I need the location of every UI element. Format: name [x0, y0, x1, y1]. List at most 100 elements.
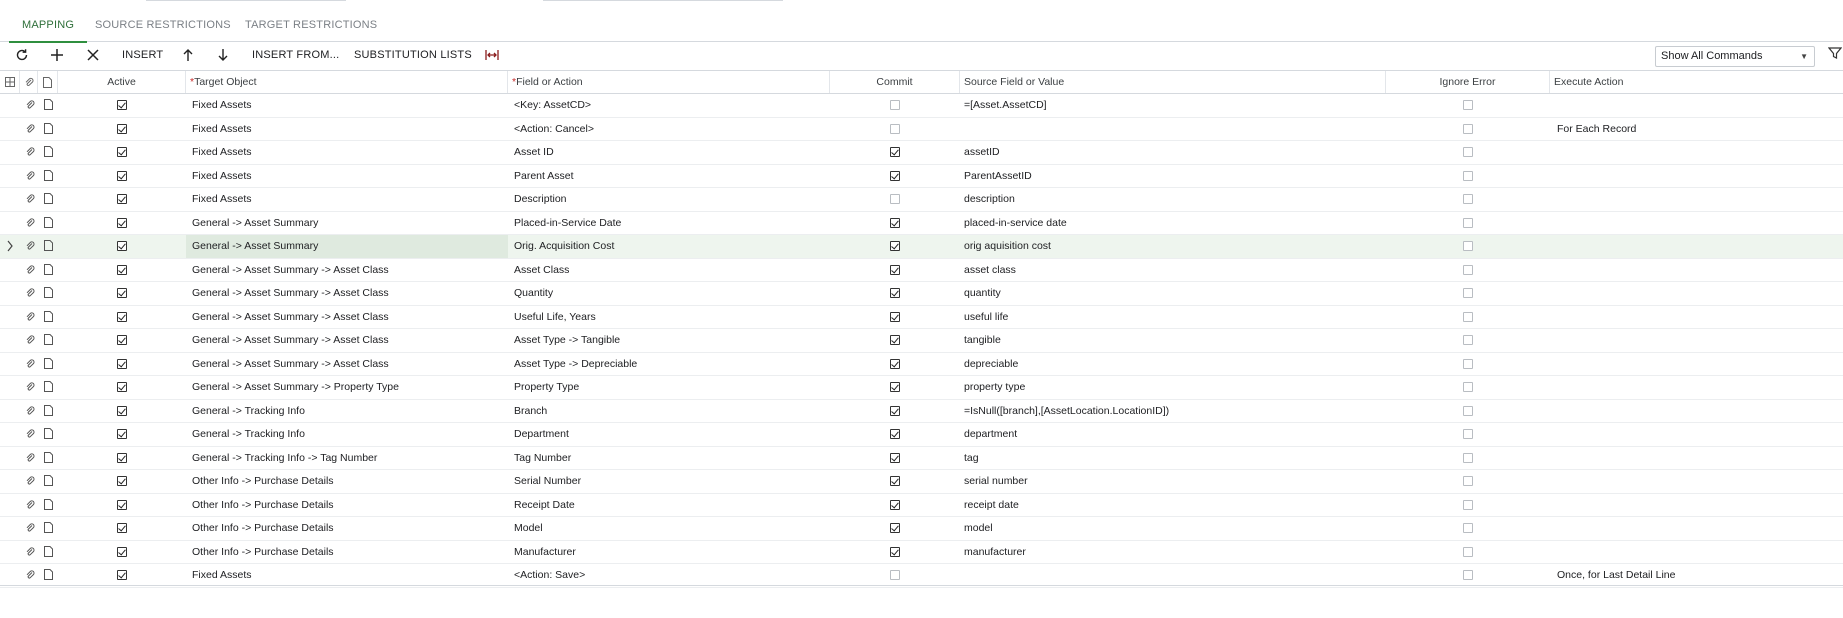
- active-checkbox[interactable]: [117, 288, 127, 299]
- source-field-cell[interactable]: =[Asset.AssetCD]: [960, 94, 1386, 117]
- paperclip-icon[interactable]: [25, 452, 37, 465]
- source-field-cell[interactable]: asset class: [960, 259, 1386, 282]
- ignore-error-checkbox[interactable]: [1463, 382, 1473, 393]
- ignore-error-cell[interactable]: [1386, 353, 1550, 376]
- active-cell[interactable]: [58, 282, 186, 305]
- commit-cell[interactable]: [830, 282, 960, 305]
- source-field-cell[interactable]: quantity: [960, 282, 1386, 305]
- column-header-source-field[interactable]: Source Field or Value: [960, 71, 1386, 93]
- table-row[interactable]: Other Info -> Purchase Details Model model: [0, 517, 1843, 541]
- field-or-action-cell[interactable]: Useful Life, Years: [508, 306, 830, 329]
- active-checkbox[interactable]: [117, 170, 127, 181]
- table-row[interactable]: Fixed Assets <Action: Cancel> For Each Rec…: [0, 118, 1843, 141]
- source-field-cell[interactable]: placed-in-service date: [960, 212, 1386, 235]
- paperclip-icon[interactable]: [25, 475, 37, 488]
- source-field-cell[interactable]: =IsNull([branch],[AssetLocation.Location…: [960, 400, 1386, 423]
- ignore-error-cell[interactable]: [1386, 165, 1550, 188]
- ignore-error-cell[interactable]: [1386, 118, 1550, 141]
- active-cell[interactable]: [58, 541, 186, 564]
- commit-checkbox[interactable]: [890, 405, 900, 416]
- substitution-lists-button[interactable]: SUBSTITUTION LISTS: [354, 42, 472, 68]
- refresh-icon[interactable]: [12, 42, 32, 68]
- execute-action-cell[interactable]: [1550, 235, 1843, 258]
- target-object-cell[interactable]: Other Info -> Purchase Details: [186, 494, 508, 517]
- paperclip-icon[interactable]: [25, 522, 37, 535]
- table-row[interactable]: General -> Asset Summary -> Asset Class A…: [0, 353, 1843, 376]
- target-object-cell[interactable]: General -> Asset Summary -> Asset Class: [186, 282, 508, 305]
- plus-icon[interactable]: [47, 42, 67, 68]
- note-icon[interactable]: [44, 240, 56, 253]
- ignore-error-checkbox[interactable]: [1463, 476, 1473, 487]
- source-field-cell[interactable]: tangible: [960, 329, 1386, 352]
- execute-action-cell[interactable]: [1550, 165, 1843, 188]
- source-field-cell[interactable]: model: [960, 517, 1386, 540]
- ignore-error-cell[interactable]: [1386, 141, 1550, 164]
- paperclip-icon[interactable]: [25, 499, 37, 512]
- commit-cell[interactable]: [830, 165, 960, 188]
- ignore-error-cell[interactable]: [1386, 541, 1550, 564]
- field-or-action-cell[interactable]: <Action: Cancel>: [508, 118, 830, 141]
- execute-action-cell[interactable]: For Each Record: [1550, 118, 1843, 141]
- ignore-error-checkbox[interactable]: [1463, 194, 1473, 205]
- table-row[interactable]: General -> Tracking Info Branch =IsNull([b…: [0, 400, 1843, 423]
- commit-cell[interactable]: [830, 212, 960, 235]
- active-checkbox[interactable]: [117, 241, 127, 252]
- active-checkbox[interactable]: [117, 382, 127, 393]
- active-cell[interactable]: [58, 470, 186, 493]
- execute-action-cell[interactable]: [1550, 517, 1843, 540]
- active-checkbox[interactable]: [117, 217, 127, 228]
- ignore-error-cell[interactable]: [1386, 447, 1550, 470]
- field-or-action-cell[interactable]: Model: [508, 517, 830, 540]
- active-checkbox[interactable]: [117, 499, 127, 510]
- ignore-error-cell[interactable]: [1386, 282, 1550, 305]
- active-cell[interactable]: [58, 353, 186, 376]
- ignore-error-cell[interactable]: [1386, 188, 1550, 211]
- paperclip-icon[interactable]: [25, 264, 37, 277]
- target-object-cell[interactable]: General -> Asset Summary -> Property Typ…: [186, 376, 508, 399]
- note-icon[interactable]: [44, 545, 56, 559]
- commit-cell[interactable]: [830, 118, 960, 141]
- active-checkbox[interactable]: [117, 311, 127, 322]
- active-cell[interactable]: [58, 212, 186, 235]
- paperclip-icon[interactable]: [25, 428, 37, 441]
- tab-mapping[interactable]: MAPPING: [8, 19, 88, 43]
- commit-cell[interactable]: [830, 423, 960, 446]
- commit-checkbox[interactable]: [890, 217, 900, 228]
- target-object-cell[interactable]: General -> Tracking Info: [186, 400, 508, 423]
- table-row[interactable]: General -> Asset Summary Placed-in-Servic…: [0, 212, 1843, 235]
- active-cell[interactable]: [58, 188, 186, 211]
- note-icon[interactable]: [44, 475, 56, 488]
- field-or-action-cell[interactable]: Property Type: [508, 376, 830, 399]
- column-header-commit[interactable]: Commit: [830, 71, 960, 93]
- table-row[interactable]: General -> Tracking Info Department depart…: [0, 423, 1843, 447]
- field-or-action-cell[interactable]: Asset ID: [508, 141, 830, 164]
- execute-action-cell[interactable]: [1550, 400, 1843, 423]
- commit-cell[interactable]: [830, 400, 960, 423]
- target-object-cell[interactable]: Other Info -> Purchase Details: [186, 517, 508, 540]
- ignore-error-checkbox[interactable]: [1463, 264, 1473, 275]
- ignore-error-checkbox[interactable]: [1463, 170, 1473, 181]
- target-object-cell[interactable]: General -> Asset Summary: [186, 212, 508, 235]
- active-cell[interactable]: [58, 400, 186, 423]
- note-icon[interactable]: [44, 310, 56, 324]
- paperclip-icon[interactable]: [25, 240, 37, 253]
- commit-cell[interactable]: [830, 306, 960, 329]
- commit-cell[interactable]: [830, 235, 960, 258]
- paperclip-icon[interactable]: [25, 546, 37, 559]
- field-or-action-cell[interactable]: Serial Number: [508, 470, 830, 493]
- target-object-cell[interactable]: General -> Asset Summary -> Asset Class: [186, 353, 508, 376]
- active-checkbox[interactable]: [117, 405, 127, 416]
- note-icon[interactable]: [44, 522, 56, 535]
- commit-checkbox[interactable]: [890, 476, 900, 487]
- target-object-cell[interactable]: Fixed Assets: [186, 94, 508, 117]
- ignore-error-cell[interactable]: [1386, 306, 1550, 329]
- source-field-cell[interactable]: description: [960, 188, 1386, 211]
- paperclip-icon[interactable]: [25, 569, 37, 582]
- execute-action-cell[interactable]: [1550, 470, 1843, 493]
- table-row[interactable]: General -> Tracking Info -> Tag Number Ta…: [0, 447, 1843, 470]
- field-or-action-cell[interactable]: Asset Type -> Depreciable: [508, 353, 830, 376]
- ignore-error-cell[interactable]: [1386, 517, 1550, 540]
- source-field-cell[interactable]: orig aquisition cost: [960, 235, 1386, 258]
- tab-target-restrictions[interactable]: TARGET RESTRICTIONS: [245, 19, 377, 42]
- ignore-error-checkbox[interactable]: [1463, 570, 1473, 581]
